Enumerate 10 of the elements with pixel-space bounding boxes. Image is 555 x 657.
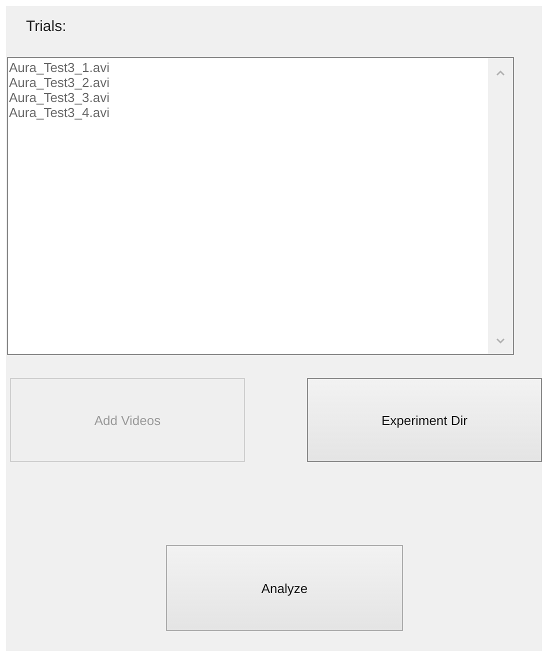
trial-item[interactable]: Aura_Test3_4.avi bbox=[9, 105, 488, 120]
trial-item[interactable]: Aura_Test3_1.avi bbox=[9, 60, 488, 75]
trials-listbox[interactable]: Aura_Test3_1.avi Aura_Test3_2.avi Aura_Test3_3.avi Aura_Test3_4.avi bbox=[7, 57, 514, 355]
trials-label: Trials: bbox=[25, 18, 68, 37]
scroll-down-icon[interactable] bbox=[496, 338, 505, 344]
trial-item[interactable]: Aura_Test3_2.avi bbox=[9, 75, 488, 90]
analyze-button[interactable]: Analyze bbox=[166, 545, 403, 631]
trial-item[interactable]: Aura_Test3_3.avi bbox=[9, 90, 488, 105]
action-button[interactable]: Experiment Dir bbox=[307, 378, 542, 462]
scroll-up-icon[interactable] bbox=[496, 70, 505, 76]
